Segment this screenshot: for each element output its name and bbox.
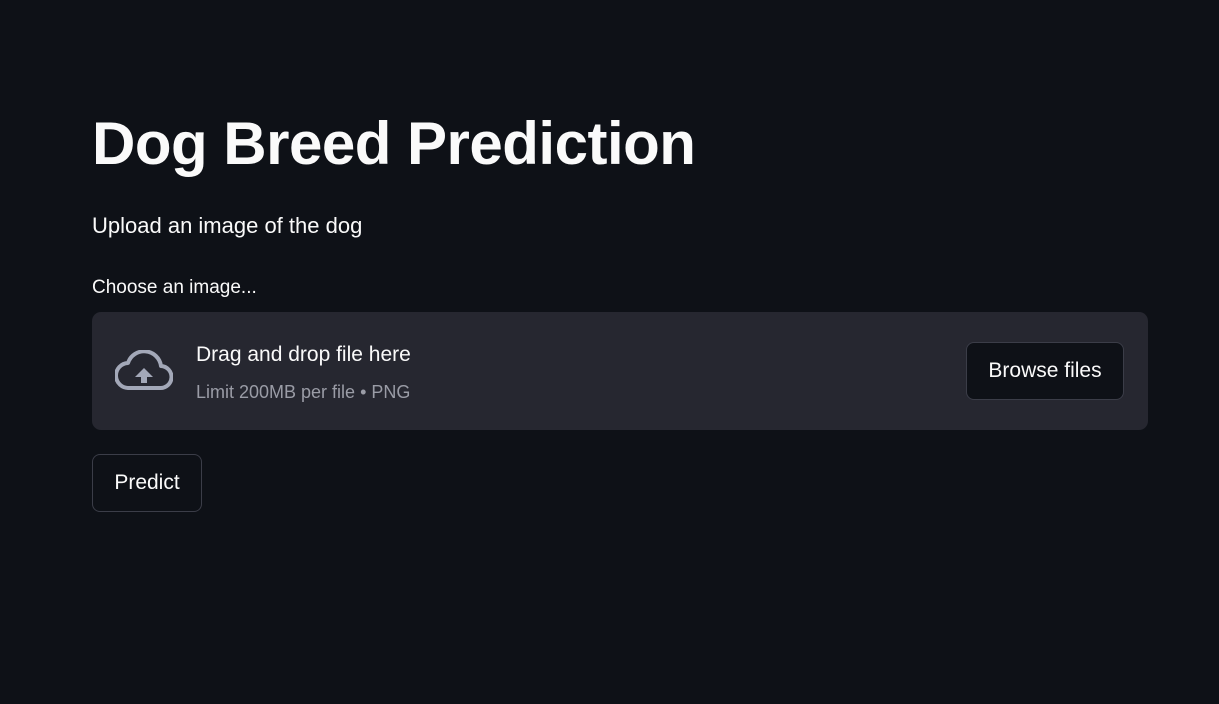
browse-files-button[interactable]: Browse files	[966, 342, 1124, 400]
uploader-label: Choose an image...	[92, 277, 257, 298]
file-dropzone[interactable]: Drag and drop file here Limit 200MB per …	[92, 312, 1148, 430]
dropzone-limit-text: Limit 200MB per file • PNG	[196, 382, 411, 402]
page-title: Dog Breed Prediction	[92, 110, 696, 177]
page-subtitle: Upload an image of the dog	[92, 213, 363, 238]
dropzone-title: Drag and drop file here	[196, 343, 411, 366]
cloud-upload-icon	[115, 350, 173, 391]
predict-button[interactable]: Predict	[92, 454, 202, 512]
